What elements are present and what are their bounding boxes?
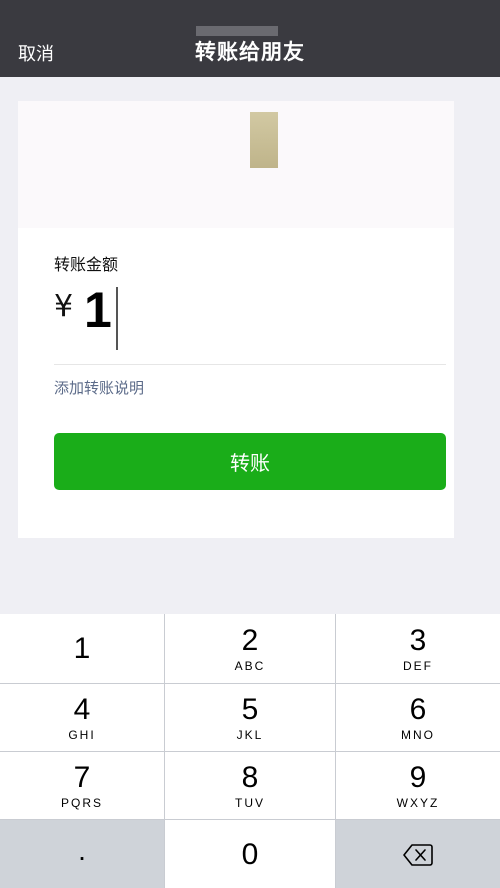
key-1[interactable]: 1: [0, 614, 164, 683]
key-0[interactable]: 0: [165, 820, 335, 888]
key-5[interactable]: 5 JKL: [165, 684, 335, 751]
key-6[interactable]: 6 MNO: [336, 684, 500, 751]
nav-bar: 取消 转账给朋友: [0, 0, 500, 77]
key-letters: JKL: [236, 727, 264, 742]
transfer-button[interactable]: 转账: [54, 433, 446, 490]
amount-value: 1: [84, 282, 112, 338]
numeric-keypad: 1 2 ABC 3 DEF 4 GHI 5 JKL 6 MNO 7 PQRS 8…: [0, 614, 500, 888]
key-decimal[interactable]: .: [0, 820, 164, 888]
recipient-avatar: [250, 112, 278, 168]
key-backspace[interactable]: [336, 820, 500, 888]
key-digit: 9: [409, 760, 427, 794]
recipient-header: [18, 101, 454, 228]
status-bar-blur: [196, 26, 278, 36]
add-note-link[interactable]: 添加转账说明: [54, 377, 144, 398]
key-digit: 0: [241, 837, 259, 871]
divider: [54, 364, 446, 365]
key-7[interactable]: 7 PQRS: [0, 752, 164, 819]
key-letters: DEF: [403, 658, 433, 673]
page-title: 转账给朋友: [195, 40, 305, 64]
key-digit: 3: [409, 623, 427, 657]
key-letters: GHI: [68, 727, 96, 742]
key-3[interactable]: 3 DEF: [336, 614, 500, 683]
key-digit: 2: [241, 623, 259, 657]
key-digit: 1: [73, 631, 91, 665]
amount-label: 转账金额: [54, 255, 119, 274]
key-digit: 4: [73, 692, 91, 726]
key-2[interactable]: 2 ABC: [165, 614, 335, 683]
key-digit: 8: [241, 760, 259, 794]
decimal-point: .: [78, 834, 86, 866]
currency-symbol: ¥: [54, 289, 74, 324]
text-caret: [115, 287, 118, 350]
key-digit: 7: [73, 760, 91, 794]
key-digit: 5: [241, 692, 259, 726]
key-letters: WXYZ: [396, 795, 440, 810]
amount-input[interactable]: 1: [84, 281, 118, 357]
backspace-icon: [403, 843, 433, 866]
key-letters: PQRS: [60, 795, 103, 810]
key-8[interactable]: 8 TUV: [165, 752, 335, 819]
key-9[interactable]: 9 WXYZ: [336, 752, 500, 819]
key-digit: 6: [409, 692, 427, 726]
key-letters: MNO: [401, 727, 435, 742]
key-4[interactable]: 4 GHI: [0, 684, 164, 751]
key-letters: ABC: [234, 658, 266, 673]
key-letters: TUV: [235, 795, 265, 810]
transfer-card: 转账金额 ¥ 1 添加转账说明 转账: [18, 101, 454, 538]
